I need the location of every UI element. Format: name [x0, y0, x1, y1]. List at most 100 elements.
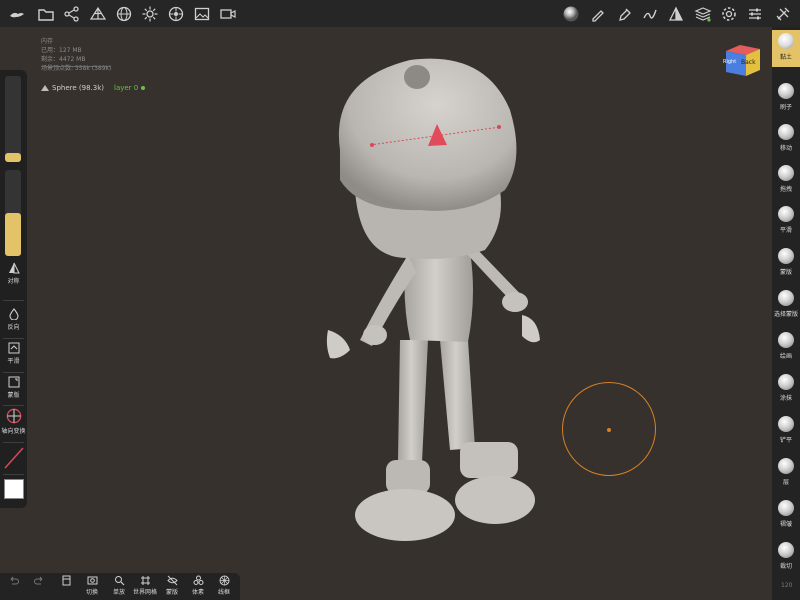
- redo-button[interactable]: [26, 575, 52, 587]
- pen-icon[interactable]: [615, 5, 633, 23]
- brush-sphere-icon: [778, 124, 794, 140]
- tool-button-6[interactable]: 选择蒙版: [772, 287, 800, 324]
- redo-icon: [33, 576, 42, 585]
- mask-label: 蒙版: [7, 392, 20, 399]
- camera-view-button[interactable]: [53, 575, 79, 587]
- intensity-slider[interactable]: [5, 170, 21, 256]
- layers-icon[interactable]: [694, 5, 712, 23]
- brush-sphere-icon: [778, 374, 794, 390]
- hide-mask-button[interactable]: 蒙版: [159, 575, 185, 596]
- fps-counter: 120: [781, 582, 793, 589]
- memory-stats: 内存 已用：127 MB 剩余：4472 MB 场景顶点数: 358k (389…: [41, 37, 111, 73]
- render-icon[interactable]: [167, 5, 185, 23]
- layer-label[interactable]: layer 0: [114, 84, 138, 92]
- topology-icon[interactable]: [89, 5, 107, 23]
- stats-title: 内存: [41, 38, 54, 45]
- tool-label: 移动: [779, 145, 792, 152]
- scene-graph-icon[interactable]: [63, 5, 81, 23]
- voxel-icon: [193, 575, 203, 585]
- brush-sphere-icon: [778, 290, 794, 306]
- brush-sphere-icon: [778, 542, 794, 558]
- mesh-list-item[interactable]: Sphere (98.3k) layer 0: [41, 84, 146, 92]
- tool-label: 平滑: [779, 227, 792, 234]
- tool-button-11[interactable]: 褶皱: [772, 497, 800, 534]
- smooth-icon: [8, 342, 19, 354]
- logo-icon[interactable]: [8, 5, 26, 23]
- tool-label: 选择蒙版: [773, 311, 798, 318]
- top-toolbar: [0, 0, 800, 27]
- tool-button-7[interactable]: 绘画: [772, 329, 800, 366]
- video-icon[interactable]: [219, 5, 237, 23]
- radius-slider[interactable]: [5, 76, 21, 162]
- brush-sphere-icon: [778, 206, 794, 222]
- divider: [3, 338, 24, 339]
- brush-sphere-icon: [778, 500, 794, 516]
- brush-sphere-icon: [778, 33, 794, 49]
- stats-used: 已用：127 MB: [41, 47, 82, 54]
- settings-icon[interactable]: [720, 5, 738, 23]
- view-cube-back-label: Back: [741, 59, 756, 66]
- wireframe-label: 线框: [217, 589, 230, 596]
- stats-free: 剩余：4472 MB: [41, 56, 86, 63]
- divider: [3, 405, 24, 406]
- stroke-preview-icon[interactable]: [3, 446, 25, 470]
- tool-button-5[interactable]: 蒙版: [772, 245, 800, 282]
- tool-button-8[interactable]: 涂抹: [772, 371, 800, 408]
- invert-label: 反向: [7, 324, 20, 331]
- tool-label: 刷子: [779, 104, 792, 111]
- radius-slider-fill: [5, 153, 21, 162]
- tool-button-10[interactable]: 层: [772, 455, 800, 492]
- brush-sphere-icon: [778, 332, 794, 348]
- divider: [3, 442, 24, 443]
- brush-sphere-icon: [778, 416, 794, 432]
- brush-sphere-icon: [778, 458, 794, 474]
- tool-button-2[interactable]: 移动: [772, 121, 800, 158]
- symmetry-button[interactable]: 对称: [0, 262, 27, 285]
- wireframe-icon: [219, 575, 229, 586]
- light-icon[interactable]: [141, 5, 159, 23]
- tool-button-4[interactable]: 平滑: [772, 203, 800, 240]
- tool-label: 裁切: [779, 563, 792, 570]
- camera-view-icon: [62, 575, 70, 586]
- mask-button[interactable]: 蒙版: [0, 376, 27, 399]
- invert-button[interactable]: 反向: [0, 308, 27, 331]
- divider: [3, 300, 24, 301]
- tool-button-12[interactable]: 裁切: [772, 539, 800, 576]
- smooth-label: 平滑: [7, 358, 20, 365]
- color-picker-swatch[interactable]: [4, 479, 24, 499]
- tool-label: 涂抹: [779, 395, 792, 402]
- view-cube-right-label: Right: [723, 59, 737, 65]
- mesh-icon: [41, 85, 49, 91]
- world-grid-button[interactable]: 世界网格: [132, 575, 158, 596]
- brush-cursor-center: [607, 428, 611, 432]
- triangle-icon[interactable]: [667, 5, 685, 23]
- hide-mask-label: 蒙版: [165, 589, 178, 596]
- tool-label: 蒙版: [779, 269, 792, 276]
- transform-gizmo-button[interactable]: 轴向变换: [0, 408, 27, 435]
- tool-button-1[interactable]: 刷子: [772, 80, 800, 117]
- brush-sphere-icon: [778, 248, 794, 264]
- undo-button[interactable]: [0, 575, 26, 587]
- smooth-button[interactable]: 平滑: [0, 342, 27, 365]
- switch-button[interactable]: 切换: [79, 575, 105, 596]
- tool-button-3[interactable]: 拖拽: [772, 162, 800, 199]
- wireframe-button[interactable]: 线框: [211, 575, 237, 596]
- image-icon[interactable]: [193, 5, 211, 23]
- transform-gizmo-icon: [6, 408, 21, 424]
- tool-button-9[interactable]: 铲平: [772, 413, 800, 450]
- matcap-icon[interactable]: [562, 5, 580, 23]
- sphere-material-icon[interactable]: [115, 5, 133, 23]
- layer-visible-indicator: [141, 86, 146, 90]
- invert-icon: [8, 308, 19, 320]
- 3d-character-model[interactable]: [300, 40, 560, 560]
- tool-button-0[interactable]: 黏土: [772, 30, 800, 67]
- isolate-button[interactable]: 单放: [106, 575, 132, 596]
- stroke-icon[interactable]: [641, 5, 659, 23]
- tools-icon[interactable]: [774, 5, 792, 23]
- folder-icon[interactable]: [37, 5, 55, 23]
- brush-icon[interactable]: [589, 5, 607, 23]
- divider: [41, 66, 111, 67]
- sliders-icon[interactable]: [746, 5, 764, 23]
- mask-icon: [8, 376, 19, 388]
- voxel-button[interactable]: 体素: [185, 575, 211, 596]
